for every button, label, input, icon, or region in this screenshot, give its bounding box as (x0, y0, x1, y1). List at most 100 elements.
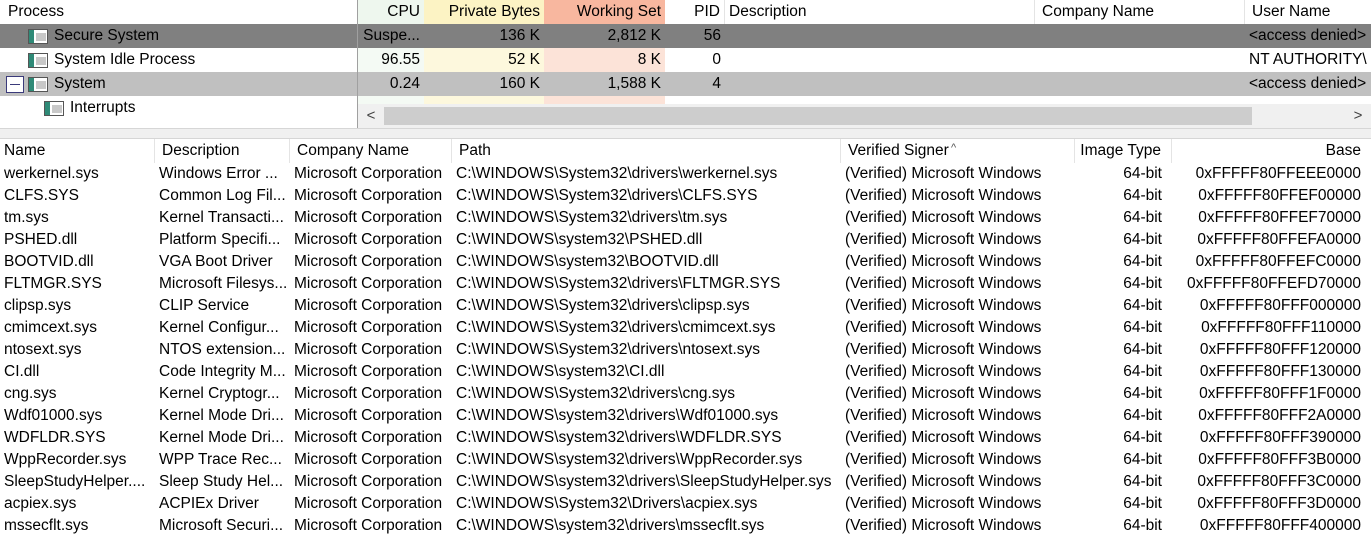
pid-value: 4 (712, 75, 721, 92)
dll-base-address: 0xFFFFF80FFEEE0000 (1195, 165, 1361, 182)
dll-row[interactable]: clipsp.sys CLIP Service Microsoft Corporat… (0, 295, 1371, 317)
dll-image-type: 64-bit (1123, 231, 1162, 248)
dll-description: Kernel Transacti... (159, 209, 284, 226)
dll-image-type: 64-bit (1123, 341, 1162, 358)
dll-row[interactable]: tm.sys Kernel Transacti... Microsoft Corpo… (0, 207, 1371, 229)
working-set-value: 1,588 K (607, 75, 661, 92)
column-header-user-name[interactable]: User Name (1245, 0, 1371, 24)
column-header-base[interactable]: Base (1172, 139, 1371, 163)
column-header-process[interactable]: Process (0, 0, 358, 24)
cpu-value: 96.55 (358, 48, 424, 72)
dll-base-address: 0xFFFFF80FFF110000 (1201, 319, 1361, 336)
process-name: Interrupts (70, 99, 136, 116)
dll-row[interactable]: mssecflt.sys Microsoft Securi... Microsoft… (0, 515, 1371, 537)
dll-name: ntosext.sys (4, 341, 82, 358)
dll-company: Microsoft Corporation (294, 451, 443, 468)
dll-verified-signer: (Verified) Microsoft Windows (845, 451, 1042, 468)
dll-row[interactable]: SleepStudyHelper.... Sleep Study Hel... Mi… (0, 471, 1371, 493)
column-header-private-bytes[interactable]: Private Bytes (424, 0, 544, 24)
column-header-description[interactable]: Description (725, 0, 1035, 24)
dll-row[interactable]: PSHED.dll Platform Specifi... Microsoft Co… (0, 229, 1371, 251)
dll-company: Microsoft Corporation (294, 209, 443, 226)
dll-base-address: 0xFFFFF80FFEFA0000 (1197, 231, 1361, 248)
dll-row[interactable]: acpiex.sys ACPIEx Driver Microsoft Corpora… (0, 493, 1371, 515)
dll-row[interactable]: CLFS.SYS Common Log Fil... Microsoft Corpo… (0, 185, 1371, 207)
dll-row[interactable]: WppRecorder.sys WPP Trace Rec... Microsoft… (0, 449, 1371, 471)
dll-path: C:\WINDOWS\System32\drivers\CLFS.SYS (456, 187, 758, 204)
dll-row[interactable]: CI.dll Code Integrity M... Microsoft Corpo… (0, 361, 1371, 383)
column-header-description[interactable]: Description (155, 139, 290, 163)
dll-row[interactable]: cmimcext.sys Kernel Configur... Microsoft … (0, 317, 1371, 339)
column-header-image-type[interactable]: Image Type (1075, 139, 1172, 163)
dll-row[interactable]: Wdf01000.sys Kernel Mode Dri... Microsoft … (0, 405, 1371, 427)
pid-value: 0 (712, 51, 721, 68)
dll-description: Kernel Mode Dri... (159, 407, 284, 424)
dll-row[interactable]: BOOTVID.dll VGA Boot Driver Microsoft Corp… (0, 251, 1371, 273)
process-row[interactable]: Secure System Suspe... 136 K 2,812 K 56 <acce… (0, 24, 1371, 48)
dll-base-address: 0xFFFFF80FFF390000 (1199, 429, 1361, 446)
dll-image-type: 64-bit (1123, 517, 1162, 534)
dll-verified-signer: (Verified) Microsoft Windows (845, 429, 1042, 446)
dll-base-address: 0xFFFFF80FFEF00000 (1198, 187, 1361, 204)
dll-header-row: Name Description Company Name Path Verif… (0, 139, 1371, 163)
collapse-toggle-icon[interactable] (6, 76, 24, 93)
horizontal-scrollbar[interactable]: < > (358, 104, 1371, 128)
column-header-company-name[interactable]: Company Name (1035, 0, 1245, 24)
column-header-pid[interactable]: PID (665, 0, 725, 24)
dll-image-type: 64-bit (1123, 165, 1162, 182)
scroll-right-arrow[interactable]: > (1345, 104, 1371, 128)
dll-path: C:\WINDOWS\System32\drivers\FLTMGR.SYS (456, 275, 781, 292)
dll-base-address: 0xFFFFF80FFF120000 (1199, 341, 1361, 358)
dll-row[interactable]: cng.sys Kernel Cryptogr... Microsoft Corpo… (0, 383, 1371, 405)
dll-image-type: 64-bit (1123, 209, 1162, 226)
dll-name: werkernel.sys (4, 165, 99, 182)
dll-name: CI.dll (4, 363, 40, 380)
company-value (1035, 24, 1245, 48)
dll-verified-signer: (Verified) Microsoft Windows (845, 473, 1042, 490)
pid-value: 56 (703, 27, 721, 44)
dll-base-address: 0xFFFFF80FFEF70000 (1198, 209, 1361, 226)
description-value (725, 72, 1035, 96)
verified-signer-label: Verified Signer (848, 142, 949, 159)
column-header-company-name[interactable]: Company Name (290, 139, 452, 163)
private-bytes-value: 52 K (424, 48, 544, 72)
dll-image-type: 64-bit (1123, 407, 1162, 424)
dll-company: Microsoft Corporation (294, 407, 443, 424)
dll-image-type: 64-bit (1123, 297, 1162, 314)
dll-verified-signer: (Verified) Microsoft Windows (845, 385, 1042, 402)
scroll-thumb[interactable] (384, 107, 1252, 125)
process-name: System (54, 75, 106, 92)
dll-row[interactable]: ntosext.sys NTOS extension... Microsoft Co… (0, 339, 1371, 361)
dll-row[interactable]: werkernel.sys Windows Error ... Microsoft … (0, 163, 1371, 185)
process-row[interactable]: System 0.24 160 K 1,588 K 4 <access denied> (0, 72, 1371, 96)
dll-verified-signer: (Verified) Microsoft Windows (845, 363, 1042, 380)
dll-verified-signer: (Verified) Microsoft Windows (845, 517, 1042, 534)
dll-row[interactable]: FLTMGR.SYS Microsoft Filesys... Microsoft … (0, 273, 1371, 295)
dll-image-type: 64-bit (1123, 473, 1162, 490)
dll-company: Microsoft Corporation (294, 385, 443, 402)
column-header-name[interactable]: Name (0, 139, 155, 163)
process-row[interactable]: System Idle Process 96.55 52 K8 K 0 NT AUTHO… (0, 48, 1371, 72)
dll-path: C:\WINDOWS\System32\drivers\ntosext.sys (456, 341, 761, 358)
dll-company: Microsoft Corporation (294, 297, 443, 314)
dll-image-type: 64-bit (1123, 253, 1162, 270)
dll-name: clipsp.sys (4, 297, 72, 314)
column-header-path[interactable]: Path (452, 139, 841, 163)
dll-path: C:\WINDOWS\System32\drivers\tm.sys (456, 209, 728, 226)
dll-verified-signer: (Verified) Microsoft Windows (845, 165, 1042, 182)
scroll-left-arrow[interactable]: < (358, 104, 384, 128)
company-value (1035, 48, 1245, 72)
pane-splitter[interactable] (0, 128, 1371, 139)
process-tree-pane: Process CPU Private Bytes Working Set PI… (0, 0, 1371, 128)
dll-base-address: 0xFFFFF80FFF130000 (1199, 363, 1361, 380)
dll-description: Sleep Study Hel... (159, 473, 284, 490)
dll-name: cng.sys (4, 385, 57, 402)
dll-base-address: 0xFFFFF80FFF000000 (1199, 297, 1361, 314)
column-header-verified-signer[interactable]: Verified Signer ^ (841, 139, 1075, 163)
dll-row[interactable]: WDFLDR.SYS Kernel Mode Dri... Microsoft Co… (0, 427, 1371, 449)
dll-company: Microsoft Corporation (294, 495, 443, 512)
column-header-cpu[interactable]: CPU (358, 0, 424, 24)
cpu-value: 0.24 (389, 75, 420, 92)
column-header-working-set[interactable]: Working Set (544, 0, 665, 24)
dll-company: Microsoft Corporation (294, 363, 443, 380)
